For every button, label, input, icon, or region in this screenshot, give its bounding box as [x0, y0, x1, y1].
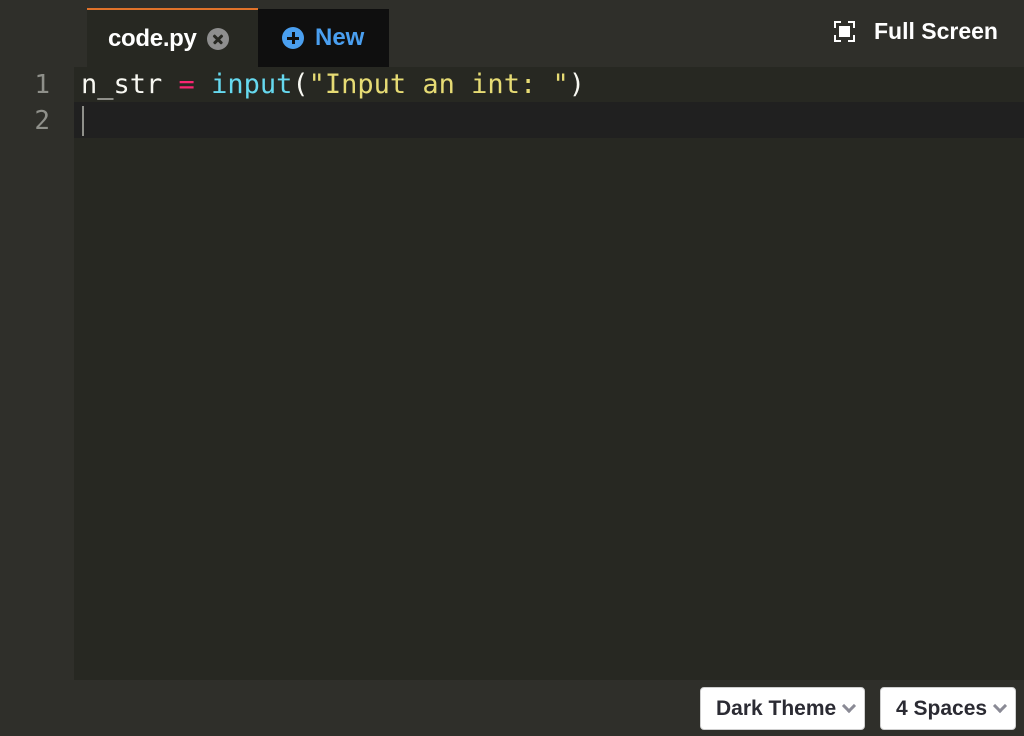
- line-number-gutter: 1 2: [0, 67, 74, 680]
- tab-code-py[interactable]: code.py: [87, 8, 258, 67]
- fullscreen-button[interactable]: Full Screen: [834, 16, 998, 46]
- close-icon[interactable]: [206, 27, 229, 50]
- tab-bar: code.py New Full Screen: [0, 0, 1024, 67]
- chevron-down-icon: [993, 698, 1008, 714]
- chevron-down-icon: [842, 698, 857, 714]
- indent-select-label: 4 Spaces: [896, 696, 988, 720]
- new-tab-button[interactable]: New: [258, 9, 389, 67]
- fullscreen-icon: [834, 20, 855, 42]
- line-number: 1: [34, 70, 50, 100]
- token-paren-open: (: [292, 69, 309, 100]
- token-string: "Input an int: ": [308, 69, 569, 100]
- token-function: input: [211, 69, 293, 100]
- active-line-highlight: [74, 102, 1024, 138]
- theme-select[interactable]: Dark Theme: [700, 687, 865, 730]
- status-bar: [0, 680, 1024, 736]
- new-tab-label: New: [315, 24, 365, 51]
- token-operator: =: [178, 69, 195, 100]
- plus-circle-icon: [282, 27, 304, 49]
- code-line-1[interactable]: n_str = input("Input an int: "): [81, 67, 585, 103]
- code-editor[interactable]: n_str = input("Input an int: "): [74, 67, 1024, 680]
- fullscreen-label: Full Screen: [874, 17, 998, 44]
- tab-label: code.py: [108, 24, 197, 52]
- token-paren-close: ): [568, 69, 585, 100]
- text-cursor: [82, 106, 84, 136]
- line-number: 2: [34, 106, 50, 136]
- indent-select[interactable]: 4 Spaces: [880, 687, 1016, 730]
- theme-select-label: Dark Theme: [716, 696, 837, 720]
- token-variable: n_str: [81, 69, 163, 100]
